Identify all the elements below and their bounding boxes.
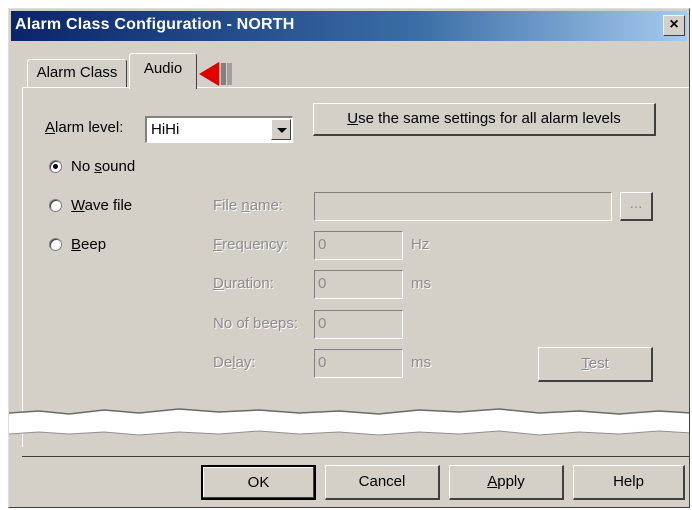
- help-button[interactable]: Help: [573, 465, 685, 500]
- no-of-beeps-input[interactable]: 0: [314, 310, 403, 339]
- delay-unit: ms: [411, 354, 431, 371]
- duration-unit: ms: [411, 275, 431, 292]
- browse-button[interactable]: ...: [620, 192, 653, 221]
- test-button[interactable]: Test: [538, 347, 653, 382]
- dialog-window: Alarm Class Configuration - NORTH × Alar…: [8, 8, 690, 508]
- apply-button[interactable]: Apply: [449, 465, 564, 500]
- wave-file-radio[interactable]: [49, 199, 62, 212]
- close-button[interactable]: ×: [663, 15, 685, 36]
- frequency-unit: Hz: [411, 236, 430, 253]
- delay-input[interactable]: 0: [314, 349, 403, 378]
- cancel-button[interactable]: Cancel: [325, 465, 440, 500]
- tab-audio-label: Audio: [143, 60, 183, 77]
- beep-label: Beep: [71, 236, 107, 253]
- no-of-beeps-label: No of beeps:: [213, 315, 299, 332]
- torn-edge-divider: [9, 408, 689, 436]
- alarm-level-value: HiHi: [151, 121, 180, 138]
- frequency-input[interactable]: 0: [314, 231, 403, 260]
- alarm-level-select[interactable]: HiHi: [145, 116, 293, 143]
- duration-input[interactable]: 0: [314, 270, 403, 299]
- alarm-level-label: Alarm level:: [45, 119, 124, 136]
- tab-audio[interactable]: Audio: [129, 53, 197, 89]
- beep-radio[interactable]: [49, 238, 62, 251]
- delay-label: Delay:: [213, 354, 256, 371]
- file-name-input[interactable]: [314, 192, 612, 221]
- title-bar[interactable]: Alarm Class Configuration - NORTH ×: [11, 11, 687, 41]
- file-name-label: File name:: [213, 197, 284, 214]
- duration-label: Duration:: [213, 275, 274, 292]
- chevron-down-icon[interactable]: [271, 119, 291, 140]
- wave-file-label: Wave file: [71, 197, 133, 214]
- same-settings-button[interactable]: Use the same settings for all alarm leve…: [313, 103, 656, 136]
- no-sound-label: No sound: [71, 158, 136, 175]
- red-pointer-arrow-icon: [199, 62, 232, 86]
- no-sound-radio[interactable]: [49, 160, 62, 173]
- frequency-label: Frequency:: [213, 236, 289, 253]
- window-title: Alarm Class Configuration - NORTH: [15, 16, 295, 33]
- audio-tab-panel: [22, 87, 689, 447]
- ok-button[interactable]: OK: [201, 465, 316, 500]
- tab-alarm-class[interactable]: Alarm Class: [27, 59, 127, 87]
- close-icon: ×: [669, 16, 679, 33]
- tab-alarm-class-label: Alarm Class: [36, 64, 118, 81]
